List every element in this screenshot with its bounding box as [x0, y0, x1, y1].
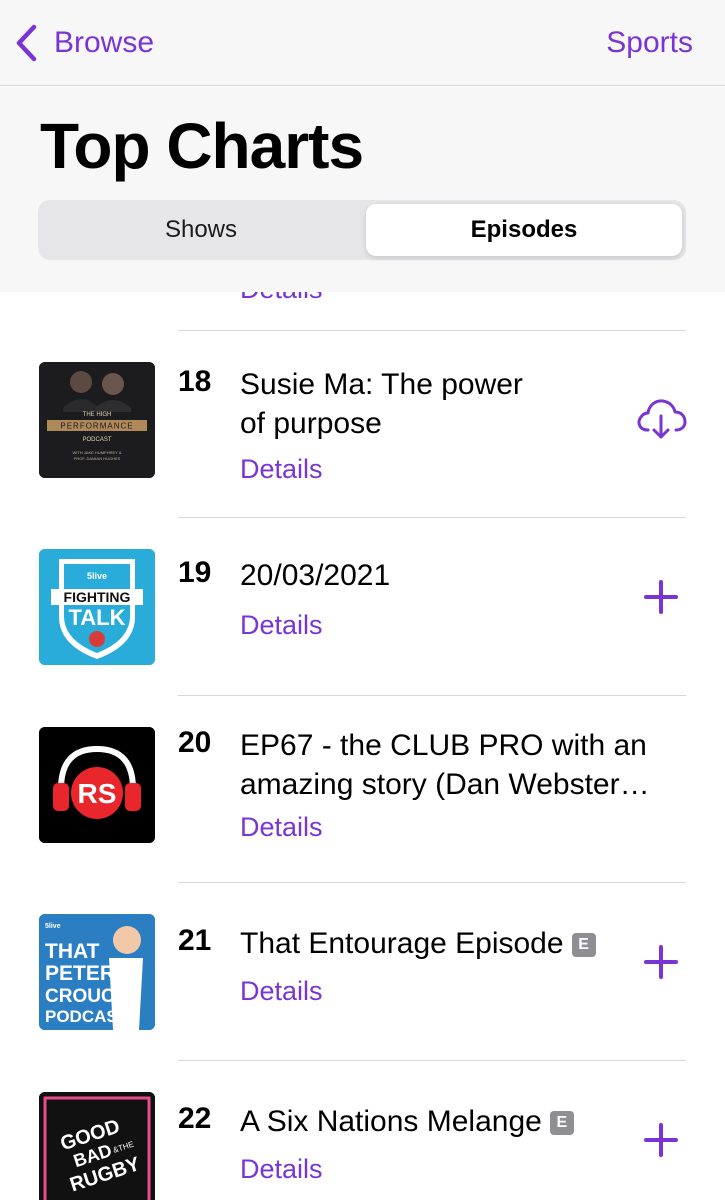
podcast-artwork: THE HIGH PERFORMANCE PODCAST WITH JAKE H… — [39, 362, 155, 478]
tab-episodes[interactable]: Episodes — [366, 204, 682, 256]
explicit-badge: E — [571, 933, 596, 957]
add-episode-button[interactable] — [635, 1116, 687, 1168]
artwork-text: THAT — [45, 940, 100, 963]
details-link[interactable]: Details — [240, 292, 323, 305]
rank-number: 22 — [178, 1102, 212, 1135]
episode-title: A Six Nations Melange E — [240, 1102, 574, 1141]
download-cloud-icon — [634, 396, 688, 445]
navigation-bar: Browse Sports — [0, 0, 725, 86]
list-item[interactable]: 5live FIGHTING TALK 19 20/03/2021 Detail… — [0, 517, 725, 695]
episode-title-line: amazing story (Dan Webster… — [240, 768, 650, 801]
artwork-text: PETER — [45, 962, 115, 985]
explicit-badge: E — [549, 1111, 574, 1135]
plus-icon — [643, 579, 679, 620]
podcast-artwork: RS — [39, 727, 155, 843]
back-button[interactable]: Browse — [14, 22, 154, 64]
episode-title-text: That Entourage Episode — [240, 927, 564, 960]
header: Top Charts Shows Episodes — [0, 87, 725, 292]
details-link[interactable]: Details — [240, 610, 323, 641]
details-link[interactable]: Details — [240, 976, 323, 1007]
details-link[interactable]: Details — [240, 812, 323, 843]
back-label: Browse — [54, 26, 155, 59]
add-episode-button[interactable] — [635, 938, 687, 990]
sports-category-button[interactable]: Sports — [606, 22, 693, 64]
tab-shows[interactable]: Shows — [42, 204, 360, 256]
page-title: Top Charts — [40, 110, 364, 182]
artwork-text: PERFORMANCE — [60, 422, 133, 431]
episode-title-line: EP67 - the CLUB PRO with an — [240, 729, 647, 762]
artwork-text: THE HIGH — [83, 412, 112, 418]
list-item[interactable]: THE HIGH PERFORMANCE PODCAST WITH JAKE H… — [0, 330, 725, 517]
add-episode-button[interactable] — [635, 573, 687, 625]
episode-list: Details THE HIGH PERFORMANCE PODCAST WIT… — [0, 292, 725, 1200]
podcast-artwork: GOOD BAD &THE RUGBY — [39, 1092, 155, 1200]
episode-title-line: Susie Ma: The power — [240, 368, 523, 401]
podcast-artwork: 5live THAT PETER CROUCH PODCAST — [39, 914, 155, 1030]
rank-number: 19 — [178, 556, 212, 589]
chevron-left-icon — [14, 22, 42, 64]
podcast-artwork: 5live FIGHTING TALK — [39, 549, 155, 665]
download-button[interactable] — [635, 394, 687, 446]
list-item[interactable]: RS 20 EP67 - the CLUB PRO with an amazin… — [0, 695, 725, 882]
artwork-text: TALK — [68, 605, 125, 630]
episode-title: Susie Ma: The power of purpose — [240, 365, 523, 443]
artwork-text: PODCAST — [82, 437, 111, 443]
artwork-text: WITH JAKE HUMPHREY & — [72, 450, 121, 455]
artwork-text: PROF. DAMIAN HUGHES — [74, 456, 121, 461]
segmented-control: Shows Episodes — [38, 200, 686, 260]
episode-title-line: of purpose — [240, 407, 382, 440]
artwork-text: CROUCH — [45, 986, 128, 1007]
artwork-text: 5live — [45, 923, 61, 930]
details-link[interactable]: Details — [240, 454, 323, 485]
episode-title: That Entourage Episode E — [240, 924, 596, 963]
list-item[interactable]: GOOD BAD &THE RUGBY 22 A Six Nations Mel… — [0, 1060, 725, 1200]
artwork-text: RS — [78, 778, 117, 809]
episode-title: 20/03/2021 — [240, 559, 391, 592]
plus-icon — [643, 944, 679, 985]
details-link[interactable]: Details — [240, 1154, 323, 1185]
rank-number: 21 — [178, 924, 212, 957]
artwork-text: 5live — [87, 571, 107, 581]
artwork-text: PODCAST — [45, 1007, 129, 1026]
artwork-text: FIGHTING — [64, 589, 131, 605]
rank-number: 20 — [178, 726, 212, 759]
list-item[interactable]: 5live THAT PETER CROUCH PODCAST 21 That … — [0, 882, 725, 1060]
plus-icon — [643, 1122, 679, 1163]
episode-title: EP67 - the CLUB PRO with an amazing stor… — [240, 726, 688, 804]
rank-number: 18 — [178, 365, 212, 398]
episode-title-text: A Six Nations Melange — [240, 1105, 542, 1138]
